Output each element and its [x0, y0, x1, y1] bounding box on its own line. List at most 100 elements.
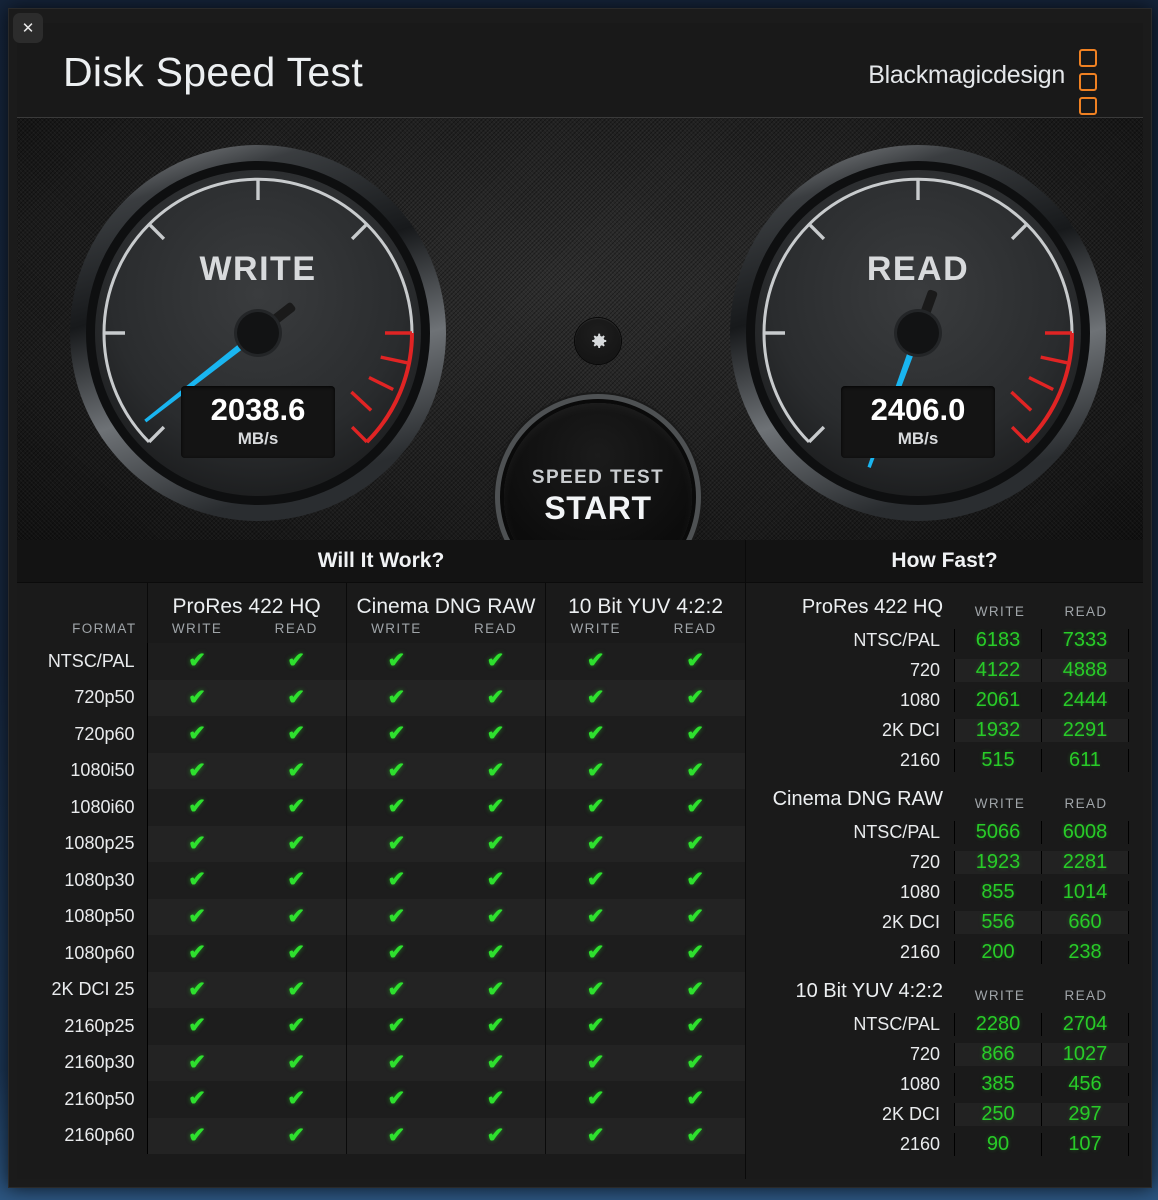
support-cell: ✔ — [247, 789, 347, 826]
support-cell: ✔ — [345, 1044, 446, 1081]
table-row: 720 1923 2281 — [760, 847, 1129, 877]
will-it-work-body: NTSC/PAL ✔ ✔ ✔ ✔ ✔ ✔ 720p50 ✔ ✔ ✔ ✔ ✔ ✔ 720p60 ✔ ✔ ✔ ✔ ✔ ✔ 10… — [17, 643, 745, 1154]
support-cell: ✔ — [146, 862, 247, 899]
gauge-deck: WRITE 2038.6 MB/s READ 2406.0 MB/s SPEED… — [17, 117, 1143, 591]
close-button[interactable]: ✕ — [13, 13, 43, 43]
resolution-label: 720 — [909, 1043, 940, 1064]
table-row: 720 4122 4888 — [760, 655, 1129, 685]
support-cell: ✔ — [445, 1117, 546, 1154]
support-cell: ✔ — [445, 971, 546, 1008]
support-cell: ✔ — [345, 825, 446, 862]
read-speed-value: 456 — [1041, 1072, 1129, 1096]
how-fast-read-header: READ — [1064, 796, 1108, 811]
group-header-prores: ProRes 422 HQ — [146, 583, 347, 621]
support-cell: ✔ — [645, 643, 745, 680]
check-icon: ✔ — [287, 1014, 306, 1038]
support-cell: ✔ — [247, 1008, 347, 1045]
support-cell: ✔ — [645, 1081, 745, 1118]
check-icon: ✔ — [188, 722, 206, 746]
check-icon: ✔ — [287, 831, 306, 855]
support-cell: ✔ — [545, 825, 646, 862]
start-button-label: START — [544, 490, 652, 526]
dng-write-header: WRITE — [345, 621, 446, 643]
support-cell: ✔ — [246, 898, 347, 935]
how-fast-title: How Fast? — [746, 540, 1143, 583]
read-speed-value: 238 — [1041, 940, 1129, 964]
check-icon: ✔ — [486, 685, 505, 709]
how-fast-blocks: ProRes 422 HQ WRITE READ NTSC/PAL 6183 7333 72… — [746, 583, 1143, 1159]
check-icon: ✔ — [287, 904, 306, 928]
check-icon: ✔ — [486, 1014, 505, 1038]
support-cell: ✔ — [545, 1008, 646, 1045]
check-icon: ✔ — [188, 1050, 206, 1074]
check-icon: ✔ — [387, 904, 406, 928]
check-icon: ✔ — [387, 685, 406, 709]
check-icon: ✔ — [686, 941, 704, 965]
format-label: 2160p25 — [17, 1008, 148, 1045]
check-icon: ✔ — [387, 868, 406, 892]
check-icon: ✔ — [686, 758, 704, 782]
check-icon: ✔ — [188, 831, 206, 855]
read-speed-value: 2444 — [1041, 688, 1129, 712]
support-cell: ✔ — [146, 679, 247, 716]
group-header-row: ProRes 422 HQ Cinema DNG RAW 10 Bit YUV … — [17, 583, 745, 621]
read-speed-value: 611 — [1041, 748, 1129, 772]
check-icon: ✔ — [387, 1050, 406, 1074]
table-row: 2160 515 611 — [760, 745, 1129, 775]
support-cell: ✔ — [545, 935, 646, 972]
read-speed-value: 2704 — [1041, 1012, 1129, 1036]
check-icon: ✔ — [586, 1123, 605, 1147]
table-row: 2K DCI 556 660 — [760, 907, 1129, 937]
support-cell: ✔ — [446, 1081, 546, 1118]
resolution-label: 2160 — [899, 749, 940, 770]
app-header: Disk Speed Test Blackmagicdesign — [17, 23, 1143, 118]
support-cell: ✔ — [345, 1008, 446, 1045]
check-icon: ✔ — [188, 1123, 206, 1147]
how-fast-block: Cinema DNG RAW WRITE READ NTSC/PAL 5066 6008 7… — [760, 775, 1129, 967]
write-speed-value: 4122 — [954, 658, 1041, 682]
check-icon: ✔ — [686, 1014, 704, 1038]
table-row: 2K DCI 1932 2291 — [760, 715, 1129, 745]
resolution-label: 2K DCI — [881, 719, 940, 740]
table-row: 1080p30 ✔ ✔ ✔ ✔ ✔ ✔ — [17, 862, 745, 899]
write-speed-value: 866 — [954, 1042, 1041, 1066]
support-cell: ✔ — [445, 825, 546, 862]
check-icon: ✔ — [387, 1014, 406, 1038]
check-icon: ✔ — [486, 1123, 505, 1147]
resolution-label: 2K DCI — [881, 911, 940, 932]
check-icon: ✔ — [686, 831, 704, 855]
support-cell: ✔ — [345, 971, 446, 1008]
support-cell: ✔ — [246, 825, 347, 862]
check-icon: ✔ — [686, 904, 704, 928]
table-row: 1080p60 ✔ ✔ ✔ ✔ ✔ ✔ — [17, 935, 745, 972]
write-gauge: WRITE 2038.6 MB/s — [63, 138, 453, 528]
check-icon: ✔ — [387, 1087, 406, 1111]
table-row: 2160p30 ✔ ✔ ✔ ✔ ✔ ✔ — [17, 1044, 745, 1081]
resolution-label: NTSC/PAL — [853, 629, 940, 650]
write-unit: MB/s — [237, 428, 279, 448]
support-cell: ✔ — [345, 1117, 446, 1154]
format-label: 720p60 — [17, 716, 148, 753]
check-icon: ✔ — [486, 831, 505, 855]
yuv-write-header: WRITE — [545, 621, 646, 643]
check-icon: ✔ — [586, 649, 605, 673]
support-cell: ✔ — [545, 752, 646, 789]
support-cell: ✔ — [446, 716, 546, 753]
settings-button[interactable] — [575, 318, 621, 364]
support-cell: ✔ — [345, 643, 446, 680]
write-speed-value: 385 — [954, 1072, 1041, 1096]
read-speed-value: 4888 — [1041, 658, 1129, 682]
support-cell: ✔ — [545, 643, 646, 680]
support-cell: ✔ — [247, 1081, 347, 1118]
check-icon: ✔ — [287, 649, 306, 673]
support-cell: ✔ — [545, 862, 646, 899]
support-cell: ✔ — [345, 935, 446, 972]
check-icon: ✔ — [586, 1087, 605, 1111]
page-title: Disk Speed Test — [63, 49, 364, 95]
support-cell: ✔ — [247, 643, 347, 680]
support-cell: ✔ — [246, 971, 347, 1008]
resolution-label: NTSC/PAL — [853, 821, 940, 842]
read-readout: 2406.0 MB/s — [841, 386, 995, 458]
check-icon: ✔ — [686, 1050, 704, 1074]
check-icon: ✔ — [586, 1050, 605, 1074]
